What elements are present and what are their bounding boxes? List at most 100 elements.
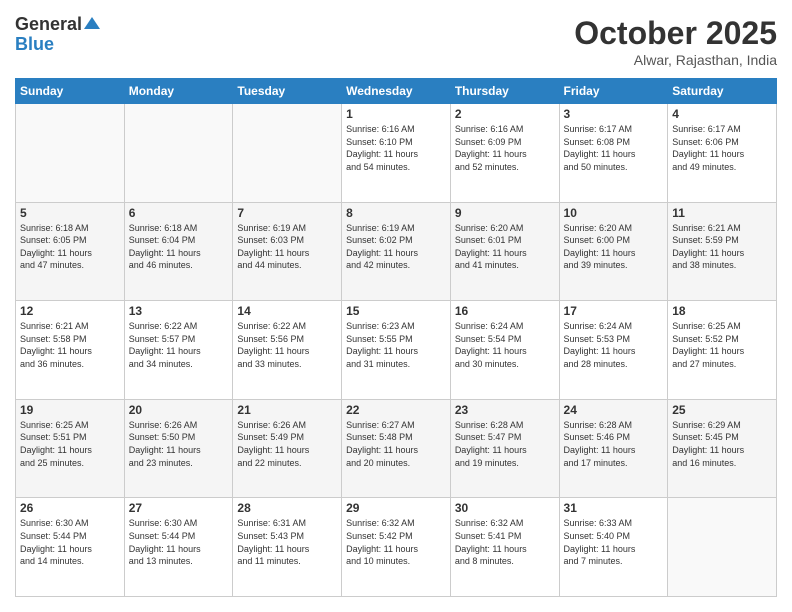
- calendar-day: 15Sunrise: 6:23 AM Sunset: 5:55 PM Dayli…: [342, 301, 451, 400]
- day-info: Sunrise: 6:26 AM Sunset: 5:49 PM Dayligh…: [237, 419, 337, 469]
- logo-blue: Blue: [15, 34, 54, 54]
- day-number: 3: [564, 107, 664, 121]
- calendar-day: 5 Sunrise: 6:18 AM Sunset: 6:05 PM Daylig…: [16, 202, 125, 301]
- col-monday: Monday: [124, 79, 233, 104]
- day-info: Sunrise: 6:27 AM Sunset: 5:48 PM Dayligh…: [346, 419, 446, 469]
- day-info: Sunrise: 6:26 AM Sunset: 5:50 PM Dayligh…: [129, 419, 229, 469]
- day-info: Sunrise: 6:18 AM Sunset: 6:05 PM Dayligh…: [20, 222, 120, 272]
- day-info: Sunrise: 6:30 AM Sunset: 5:44 PM Dayligh…: [20, 517, 120, 567]
- page: General Blue October 2025 Alwar, Rajasth…: [0, 0, 792, 612]
- day-info: Sunrise: 6:22 AM Sunset: 5:57 PM Dayligh…: [129, 320, 229, 370]
- day-number: 16: [455, 304, 555, 318]
- calendar-day: 22 Sunrise: 6:27 AM Sunset: 5:48 PM Dayli…: [342, 399, 451, 498]
- logo-general: General: [15, 15, 82, 35]
- day-info: Sunrise: 6:33 AM Sunset: 5:40 PM Dayligh…: [564, 517, 664, 567]
- location: Alwar, Rajasthan, India: [574, 52, 777, 68]
- calendar-day: 18Sunrise: 6:25 AM Sunset: 5:52 PM Dayli…: [668, 301, 777, 400]
- day-number: 19: [20, 403, 120, 417]
- calendar-day: 13 Sunrise: 6:22 AM Sunset: 5:57 PM Dayli…: [124, 301, 233, 400]
- calendar-day: 17Sunrise: 6:24 AM Sunset: 5:53 PM Dayli…: [559, 301, 668, 400]
- calendar-day: [16, 104, 125, 203]
- logo-triangle-icon: [84, 15, 100, 31]
- calendar-week-4: 26 Sunrise: 6:30 AM Sunset: 5:44 PM Dayli…: [16, 498, 777, 597]
- day-number: 20: [129, 403, 229, 417]
- col-saturday: Saturday: [668, 79, 777, 104]
- col-thursday: Thursday: [450, 79, 559, 104]
- day-info: Sunrise: 6:30 AM Sunset: 5:44 PM Dayligh…: [129, 517, 229, 567]
- calendar-week-2: 12 Sunrise: 6:21 AM Sunset: 5:58 PM Dayli…: [16, 301, 777, 400]
- calendar-day: 29 Sunrise: 6:32 AM Sunset: 5:42 PM Dayli…: [342, 498, 451, 597]
- day-number: 12: [20, 304, 120, 318]
- calendar-day: 9Sunrise: 6:20 AM Sunset: 6:01 PM Daylig…: [450, 202, 559, 301]
- day-number: 28: [237, 501, 337, 515]
- day-info: Sunrise: 6:21 AM Sunset: 5:58 PM Dayligh…: [20, 320, 120, 370]
- day-number: 29: [346, 501, 446, 515]
- day-number: 18: [672, 304, 772, 318]
- day-number: 27: [129, 501, 229, 515]
- day-info: Sunrise: 6:20 AM Sunset: 6:00 PM Dayligh…: [564, 222, 664, 272]
- calendar-day: 30 Sunrise: 6:32 AM Sunset: 5:41 PM Dayli…: [450, 498, 559, 597]
- calendar-day: 4 Sunrise: 6:17 AM Sunset: 6:06 PM Daylig…: [668, 104, 777, 203]
- calendar-day: 31 Sunrise: 6:33 AM Sunset: 5:40 PM Dayli…: [559, 498, 668, 597]
- day-number: 30: [455, 501, 555, 515]
- day-info: Sunrise: 6:16 AM Sunset: 6:10 PM Dayligh…: [346, 123, 446, 173]
- day-info: Sunrise: 6:28 AM Sunset: 5:47 PM Dayligh…: [455, 419, 555, 469]
- day-number: 21: [237, 403, 337, 417]
- calendar-day: [233, 104, 342, 203]
- day-info: Sunrise: 6:19 AM Sunset: 6:03 PM Dayligh…: [237, 222, 337, 272]
- day-number: 7: [237, 206, 337, 220]
- calendar-day: 21 Sunrise: 6:26 AM Sunset: 5:49 PM Dayli…: [233, 399, 342, 498]
- calendar-day: 14 Sunrise: 6:22 AM Sunset: 5:56 PM Dayli…: [233, 301, 342, 400]
- col-tuesday: Tuesday: [233, 79, 342, 104]
- calendar-day: 2Sunrise: 6:16 AM Sunset: 6:09 PM Daylig…: [450, 104, 559, 203]
- col-wednesday: Wednesday: [342, 79, 451, 104]
- day-number: 8: [346, 206, 446, 220]
- calendar-day: 23 Sunrise: 6:28 AM Sunset: 5:47 PM Dayli…: [450, 399, 559, 498]
- day-number: 23: [455, 403, 555, 417]
- day-number: 31: [564, 501, 664, 515]
- day-number: 9: [455, 206, 555, 220]
- day-info: Sunrise: 6:16 AM Sunset: 6:09 PM Dayligh…: [455, 123, 555, 173]
- calendar-day: 27 Sunrise: 6:30 AM Sunset: 5:44 PM Dayli…: [124, 498, 233, 597]
- day-number: 26: [20, 501, 120, 515]
- day-info: Sunrise: 6:17 AM Sunset: 6:08 PM Dayligh…: [564, 123, 664, 173]
- day-info: Sunrise: 6:21 AM Sunset: 5:59 PM Dayligh…: [672, 222, 772, 272]
- day-number: 22: [346, 403, 446, 417]
- day-number: 5: [20, 206, 120, 220]
- calendar-header-row: Sunday Monday Tuesday Wednesday Thursday…: [16, 79, 777, 104]
- day-number: 4: [672, 107, 772, 121]
- calendar-day: 11 Sunrise: 6:21 AM Sunset: 5:59 PM Dayli…: [668, 202, 777, 301]
- day-info: Sunrise: 6:25 AM Sunset: 5:51 PM Dayligh…: [20, 419, 120, 469]
- day-info: Sunrise: 6:32 AM Sunset: 5:41 PM Dayligh…: [455, 517, 555, 567]
- col-sunday: Sunday: [16, 79, 125, 104]
- calendar-week-1: 5 Sunrise: 6:18 AM Sunset: 6:05 PM Daylig…: [16, 202, 777, 301]
- calendar-day: [668, 498, 777, 597]
- day-number: 14: [237, 304, 337, 318]
- day-number: 11: [672, 206, 772, 220]
- day-number: 6: [129, 206, 229, 220]
- day-info: Sunrise: 6:32 AM Sunset: 5:42 PM Dayligh…: [346, 517, 446, 567]
- month-title: October 2025: [574, 15, 777, 52]
- calendar-week-0: 1Sunrise: 6:16 AM Sunset: 6:10 PM Daylig…: [16, 104, 777, 203]
- day-info: Sunrise: 6:22 AM Sunset: 5:56 PM Dayligh…: [237, 320, 337, 370]
- calendar-day: 6Sunrise: 6:18 AM Sunset: 6:04 PM Daylig…: [124, 202, 233, 301]
- day-info: Sunrise: 6:17 AM Sunset: 6:06 PM Dayligh…: [672, 123, 772, 173]
- calendar-week-3: 19 Sunrise: 6:25 AM Sunset: 5:51 PM Dayli…: [16, 399, 777, 498]
- day-info: Sunrise: 6:23 AM Sunset: 5:55 PM Dayligh…: [346, 320, 446, 370]
- calendar-day: 24Sunrise: 6:28 AM Sunset: 5:46 PM Dayli…: [559, 399, 668, 498]
- calendar-day: 28Sunrise: 6:31 AM Sunset: 5:43 PM Dayli…: [233, 498, 342, 597]
- calendar-day: 3 Sunrise: 6:17 AM Sunset: 6:08 PM Daylig…: [559, 104, 668, 203]
- day-number: 13: [129, 304, 229, 318]
- col-friday: Friday: [559, 79, 668, 104]
- calendar-day: 10Sunrise: 6:20 AM Sunset: 6:00 PM Dayli…: [559, 202, 668, 301]
- calendar-day: 1Sunrise: 6:16 AM Sunset: 6:10 PM Daylig…: [342, 104, 451, 203]
- calendar-day: 7 Sunrise: 6:19 AM Sunset: 6:03 PM Daylig…: [233, 202, 342, 301]
- calendar-day: 16 Sunrise: 6:24 AM Sunset: 5:54 PM Dayli…: [450, 301, 559, 400]
- calendar-day: 20 Sunrise: 6:26 AM Sunset: 5:50 PM Dayli…: [124, 399, 233, 498]
- day-info: Sunrise: 6:29 AM Sunset: 5:45 PM Dayligh…: [672, 419, 772, 469]
- day-info: Sunrise: 6:24 AM Sunset: 5:54 PM Dayligh…: [455, 320, 555, 370]
- calendar-day: 12 Sunrise: 6:21 AM Sunset: 5:58 PM Dayli…: [16, 301, 125, 400]
- logo: General Blue: [15, 15, 100, 55]
- calendar-day: 19 Sunrise: 6:25 AM Sunset: 5:51 PM Dayli…: [16, 399, 125, 498]
- calendar-day: [124, 104, 233, 203]
